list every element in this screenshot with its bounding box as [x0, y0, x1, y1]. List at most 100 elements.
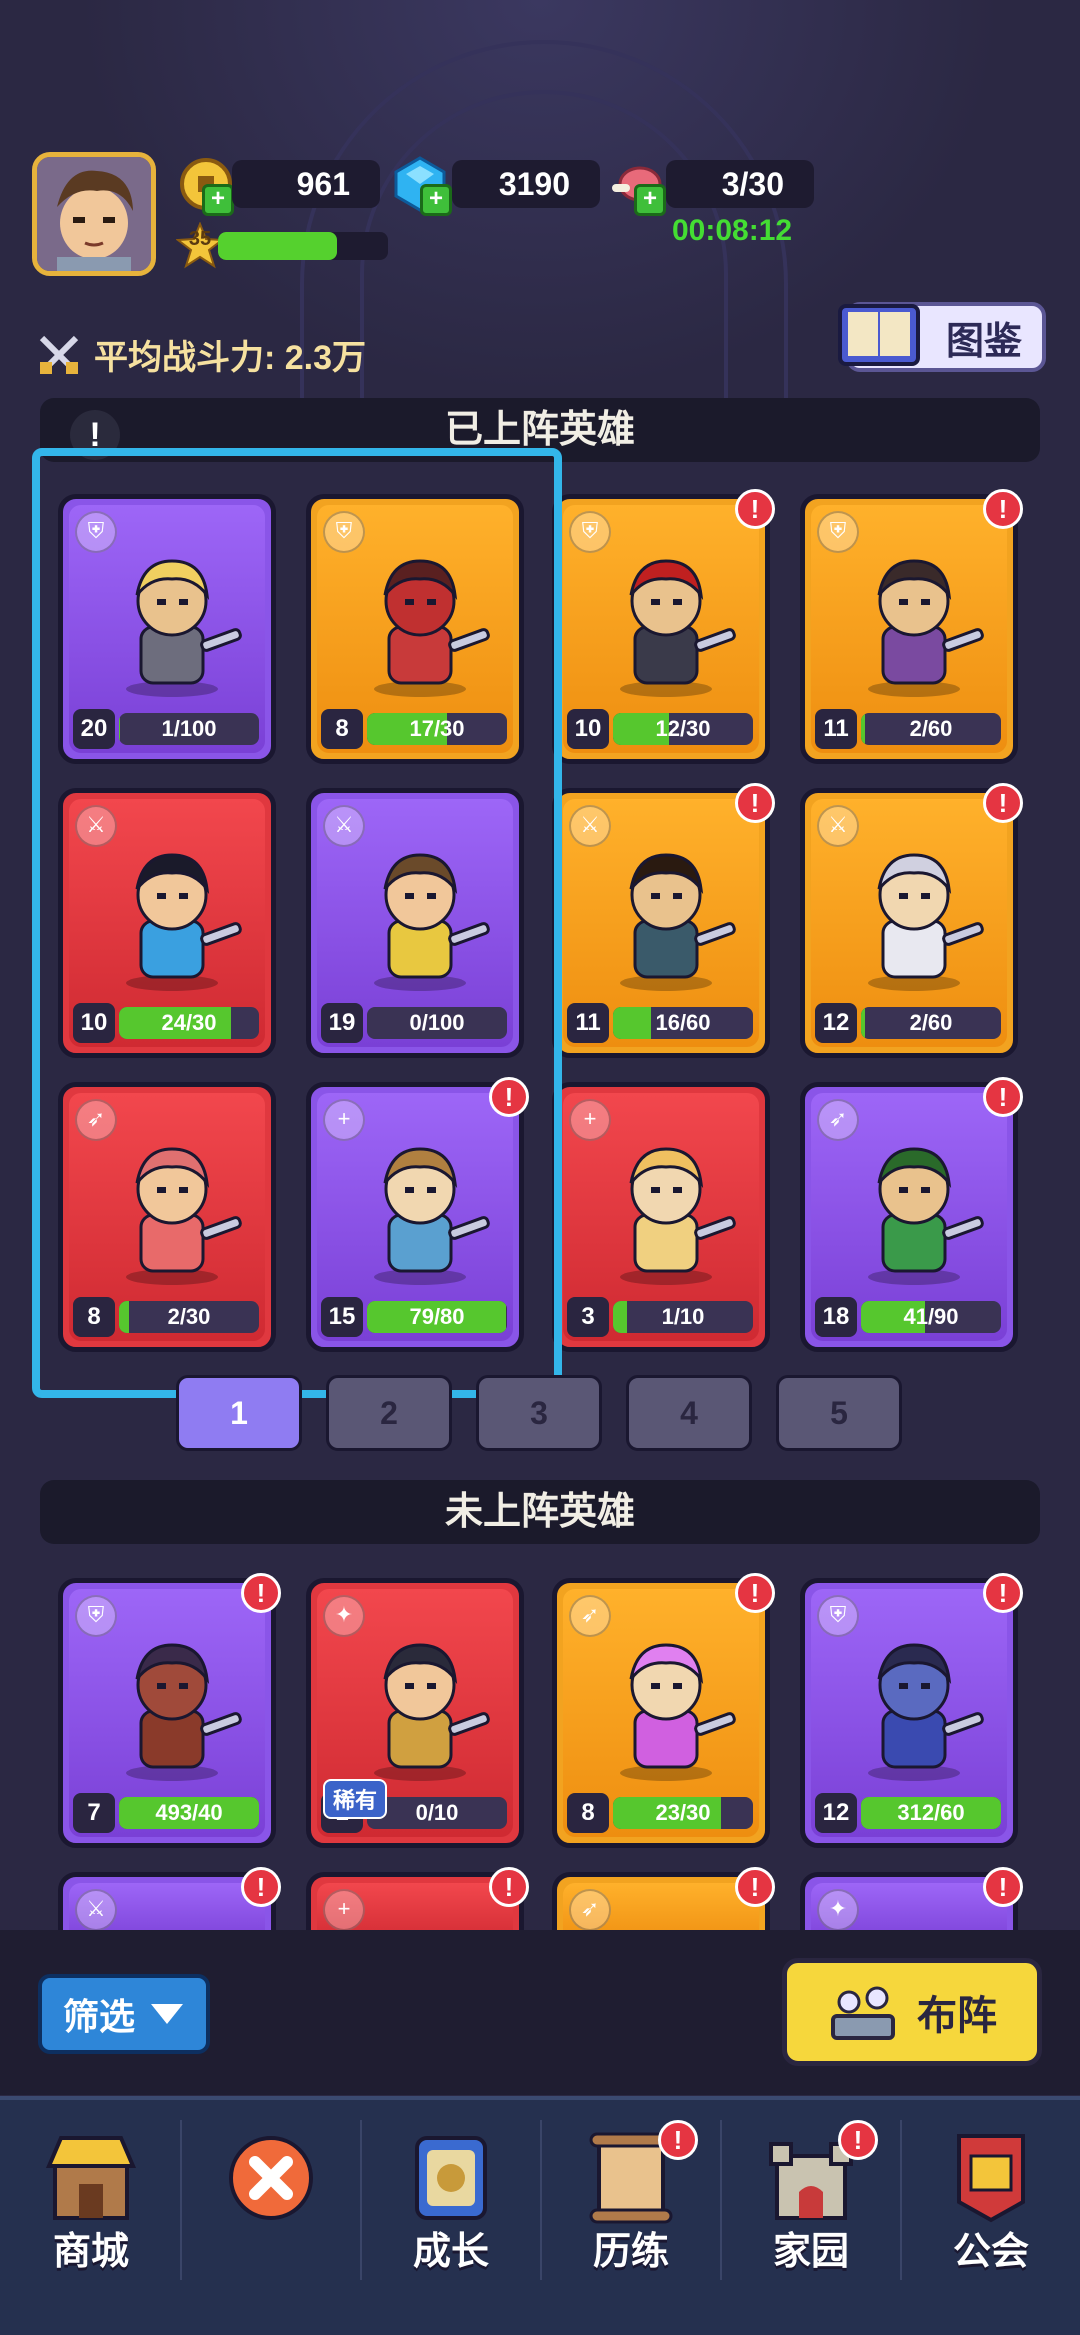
page-button-4[interactable]: 4	[626, 1375, 752, 1451]
codex-button[interactable]: 图鉴	[838, 302, 1046, 372]
page-button-2[interactable]: 2	[326, 1375, 452, 1451]
crossed-swords-icon	[39, 335, 79, 374]
book-icon	[838, 304, 920, 366]
nav-label: 历练	[592, 2231, 669, 2273]
stamina-timer: 00:08:12	[672, 214, 793, 247]
shard-count: 23/30	[655, 1800, 711, 1825]
hero-card[interactable]: ⚔! 11 16/60	[552, 783, 775, 1058]
shard-progress-bar: 2/60	[861, 713, 1001, 745]
deploy-button[interactable]: 布阵	[782, 1958, 1042, 2066]
shard-count: 16/60	[655, 1010, 711, 1035]
xp-bar	[218, 232, 388, 260]
sword-class-icon: ⚔	[75, 1889, 117, 1931]
shard-progress-bar: 12/30	[613, 713, 753, 745]
hero-card[interactable]: ⛨! 7 493/40	[58, 1573, 281, 1848]
coins-counter: 961	[232, 160, 380, 208]
hero-card[interactable]: ⛨! 11 2/60	[800, 489, 1023, 764]
hero-level: 11	[815, 709, 857, 749]
alert-badge-icon: !	[983, 1573, 1023, 1613]
shard-progress-bar: 0/10	[367, 1797, 507, 1829]
page-button-5[interactable]: 5	[776, 1375, 902, 1451]
bow-class-icon: ➶	[817, 1099, 859, 1141]
shard-count: 312/60	[897, 1800, 965, 1825]
nav-label: 家园	[772, 2231, 849, 2273]
formation-icon	[831, 1986, 895, 2040]
shard-count: 12/30	[655, 716, 711, 741]
shard-progress-bar: 2/60	[861, 1007, 1001, 1039]
shard-progress-bar: 16/60	[613, 1007, 753, 1039]
nav-item-shop[interactable]: 商城	[6, 2120, 176, 2300]
magic-class-icon: ✦	[323, 1595, 365, 1637]
nav-item-guild-banner[interactable]: 公会	[906, 2120, 1076, 2300]
nav-divider	[360, 2120, 362, 2280]
shield-class-icon: ⛨	[569, 511, 611, 553]
average-power-text: 平均战斗力: 2.3万	[94, 339, 367, 377]
shard-count: 0/10	[415, 1800, 459, 1825]
hero-level: 12	[815, 1793, 857, 1833]
alert-badge-icon: !	[489, 1867, 529, 1907]
player-avatar[interactable]	[32, 152, 156, 276]
nav-label: 成长	[412, 2231, 489, 2273]
filter-button[interactable]: 筛选	[38, 1974, 210, 2054]
alert-badge-icon: !	[983, 783, 1023, 823]
add-gems-button[interactable]: +	[420, 184, 452, 216]
hero-level: 12	[815, 1003, 857, 1043]
shard-progress-bar: 41/90	[861, 1301, 1001, 1333]
hero-card[interactable]: ⛨! 10 12/30	[552, 489, 775, 764]
nav-divider	[540, 2120, 542, 2280]
alert-badge-icon: !	[735, 489, 775, 529]
shard-progress-bar: 312/60	[861, 1797, 1001, 1829]
add-coins-button[interactable]: +	[202, 184, 234, 216]
add-stamina-button[interactable]: +	[634, 184, 666, 216]
shard-progress-bar: 23/30	[613, 1797, 753, 1829]
hero-level: 3	[567, 1297, 609, 1337]
hero-card[interactable]: +3 1/10	[552, 1082, 770, 1352]
shard-count: 1/10	[661, 1304, 705, 1329]
nav-divider	[180, 2120, 182, 2280]
nav-item-castle[interactable]: 家园!	[726, 2120, 896, 2300]
sword-class-icon: ⚔	[569, 805, 611, 847]
alert-badge-icon: !	[658, 2120, 698, 2160]
shard-progress-bar: 1/10	[613, 1301, 753, 1333]
rarity-tag: 稀有	[323, 1779, 388, 1819]
hero-card[interactable]: ⛨! 12 312/60	[800, 1573, 1023, 1848]
sword-class-icon: ⚔	[817, 805, 859, 847]
alert-badge-icon: !	[735, 1573, 775, 1613]
alert-badge-icon: !	[838, 2120, 878, 2160]
nav-item-close[interactable]	[186, 2120, 356, 2300]
hero-card[interactable]: ➶! 18 41/90	[800, 1077, 1023, 1352]
deploy-label: 布阵	[917, 1994, 997, 2038]
bow-class-icon: ➶	[569, 1889, 611, 1931]
hero-card[interactable]: ⚔! 12 2/60	[800, 783, 1023, 1058]
alert-badge-icon: !	[241, 1573, 281, 1613]
gems-value: 3190	[498, 165, 570, 202]
nav-item-scroll-map[interactable]: 历练!	[546, 2120, 716, 2300]
nav-divider	[720, 2120, 722, 2280]
player-level: 35	[188, 228, 212, 250]
shard-count: 41/90	[903, 1304, 959, 1329]
deployed-heroes-title: 已上阵英雄	[444, 409, 635, 451]
hero-card[interactable]: ✦1 0/10 稀有	[306, 1578, 524, 1848]
hero-level: 10	[567, 709, 609, 749]
nav-label: 公会	[952, 2231, 1029, 2273]
magic-class-icon: ✦	[817, 1889, 859, 1931]
undeployed-heroes-title: 未上阵英雄	[444, 1491, 635, 1533]
selection-highlight	[32, 448, 562, 1398]
shard-progress-bar: 493/40	[119, 1797, 259, 1829]
hero-level: 8	[567, 1793, 609, 1833]
shard-count: 2/60	[909, 716, 953, 741]
gems-counter: 3190	[452, 160, 600, 208]
nav-item-growth[interactable]: 成长	[366, 2120, 536, 2300]
alert-badge-icon: !	[983, 489, 1023, 529]
page-button-3[interactable]: 3	[476, 1375, 602, 1451]
shield-class-icon: ⛨	[817, 511, 859, 553]
stamina-counter: 3/30	[666, 160, 814, 208]
shield-class-icon: ⛨	[817, 1595, 859, 1637]
page-button-1[interactable]: 1	[176, 1375, 302, 1451]
alert-badge-icon: !	[735, 1867, 775, 1907]
shield-class-icon: ⛨	[75, 1595, 117, 1637]
hero-level: 11	[567, 1003, 609, 1043]
filter-label: 筛选	[62, 1996, 135, 2037]
hero-card[interactable]: ➶! 8 23/30	[552, 1573, 775, 1848]
shard-count: 493/40	[155, 1800, 223, 1825]
